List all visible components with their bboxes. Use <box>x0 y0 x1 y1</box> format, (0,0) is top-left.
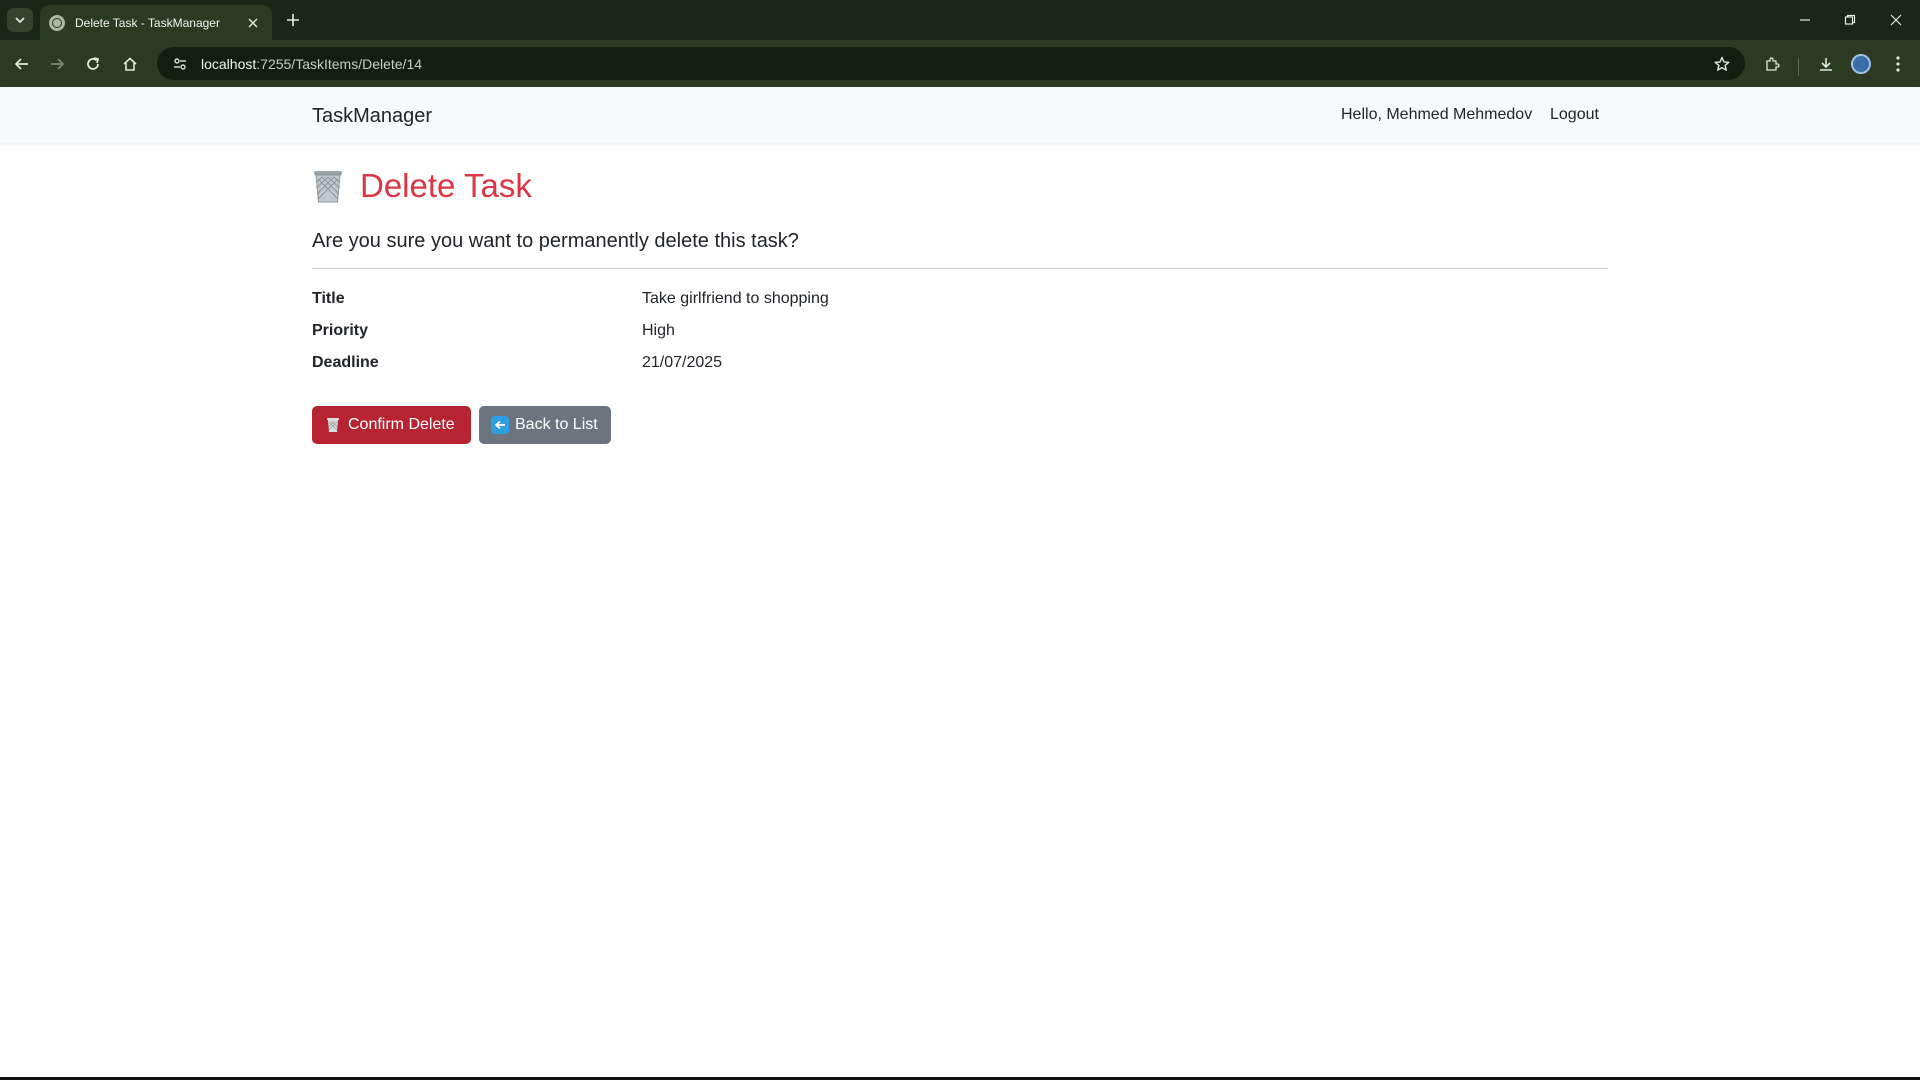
close-icon[interactable] <box>243 13 263 33</box>
detail-value: High <box>642 322 675 339</box>
plus-icon[interactable] <box>282 9 304 31</box>
minimize-icon[interactable] <box>1791 8 1819 32</box>
chevron-down-icon[interactable] <box>7 8 33 32</box>
reload-icon[interactable] <box>80 51 106 77</box>
home-icon[interactable] <box>117 51 143 77</box>
forward-arrow-icon[interactable] <box>44 51 70 77</box>
detail-label: Deadline <box>312 354 379 371</box>
browser-toolbar: localhost:7255/TaskItems/Delete/14 <box>0 40 1920 87</box>
left-arrow-icon <box>491 416 509 434</box>
logout-link[interactable]: Logout <box>1550 106 1599 124</box>
url-host: localhost <box>201 55 257 72</box>
confirm-delete-button[interactable]: Confirm Delete <box>312 406 471 444</box>
back-to-list-label: Back to List <box>515 416 598 433</box>
kebab-menu-icon[interactable] <box>1885 51 1911 77</box>
page-heading: Delete Task <box>312 167 532 205</box>
user-greeting-link[interactable]: Hello, Mehmed Mehmedov <box>1341 106 1532 124</box>
toolbar-divider <box>1798 58 1799 76</box>
detail-row-deadline: Deadline 21/07/2025 <box>312 354 1608 386</box>
back-arrow-icon[interactable] <box>9 51 35 77</box>
confirmation-question: Are you sure you want to permanently del… <box>312 230 799 252</box>
back-to-list-button[interactable]: Back to List <box>479 406 611 444</box>
detail-value: Take girlfriend to shopping <box>642 290 829 307</box>
tab-active[interactable]: Delete Task - TaskManager <box>40 5 272 40</box>
page-title: Delete Task <box>360 167 532 204</box>
task-details: Title Take girlfriend to shopping Priori… <box>312 290 1608 386</box>
url-text[interactable]: localhost:7255/TaskItems/Delete/14 <box>201 56 422 72</box>
wastebasket-icon <box>324 416 342 434</box>
download-icon[interactable] <box>1813 51 1839 77</box>
site-settings-icon[interactable] <box>165 52 195 76</box>
browser-chrome: Delete Task - TaskManager localhost:7255… <box>0 0 1920 87</box>
divider <box>312 268 1608 269</box>
wastebasket-icon <box>314 171 342 203</box>
tab-strip: Delete Task - TaskManager <box>0 0 1920 40</box>
confirm-delete-label: Confirm Delete <box>348 416 455 433</box>
detail-label: Priority <box>312 322 369 339</box>
url-path: :7255/TaskItems/Delete/14 <box>256 55 423 72</box>
address-bar[interactable]: localhost:7255/TaskItems/Delete/14 <box>157 47 1745 80</box>
detail-row-title: Title Take girlfriend to shopping <box>312 290 1608 322</box>
detail-row-priority: Priority High <box>312 322 1608 354</box>
tab-title: Delete Task - TaskManager <box>75 15 220 30</box>
puzzle-icon[interactable] <box>1759 51 1785 77</box>
profile-avatar-icon[interactable] <box>1851 54 1871 74</box>
detail-label: Title <box>312 290 345 307</box>
star-icon[interactable] <box>1711 53 1733 75</box>
globe-icon <box>49 14 65 31</box>
form-actions: Confirm Delete Back to List <box>312 406 619 444</box>
brand-link[interactable]: TaskManager <box>312 105 432 128</box>
restore-icon[interactable] <box>1836 8 1864 32</box>
site-navbar: TaskManager Hello, Mehmed Mehmedov Logou… <box>0 87 1920 143</box>
detail-value: 21/07/2025 <box>642 354 723 371</box>
close-window-icon[interactable] <box>1882 8 1910 32</box>
